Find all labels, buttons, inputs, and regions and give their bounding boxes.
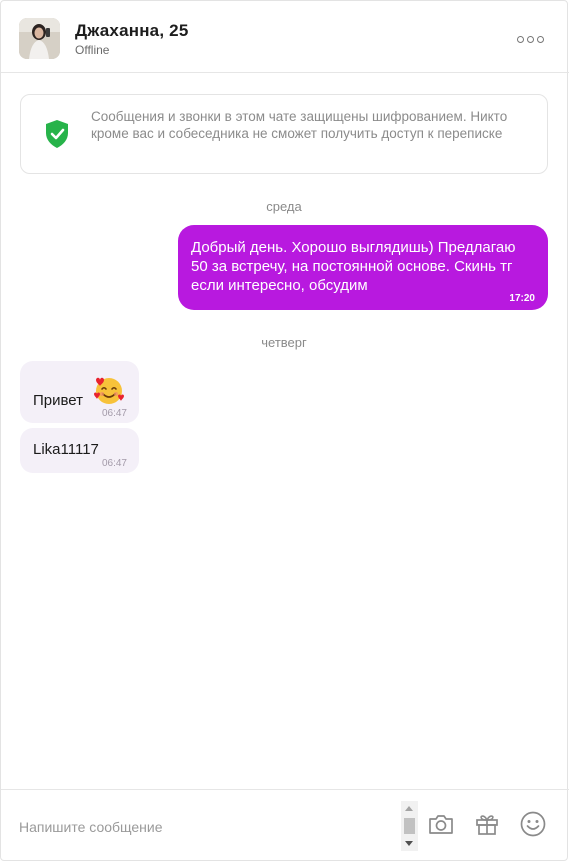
message-time: 06:47 [101,408,127,419]
message-text: Lika11117 [33,441,99,458]
outgoing-message[interactable]: Добрый день. Хорошо выглядишь) Предлагаю… [178,225,548,310]
more-options-button[interactable] [517,31,547,47]
avatar[interactable] [19,18,60,59]
camera-icon[interactable] [427,810,455,838]
chat-header: Джаханна, 25 Offline [1,1,569,73]
chat-user-name[interactable]: Джаханна, 25 [75,21,188,41]
more-dot-icon [517,35,524,43]
encryption-notice: Сообщения и звонки в этом чате защищены … [20,94,548,174]
scroll-thumb[interactable] [404,818,415,834]
message-time: 17:20 [509,293,535,304]
shield-check-icon [46,120,68,148]
message-composer [1,789,569,862]
incoming-message[interactable]: Lika11117 06:47 [20,428,139,473]
message-input[interactable] [19,816,389,838]
gift-icon[interactable] [473,810,501,838]
composer-scrollbar[interactable] [401,801,418,851]
chat-window: Джаханна, 25 Offline Сообщения и звонки … [0,0,569,862]
emoji-smile-icon[interactable] [519,810,547,838]
message-time: 06:47 [101,458,127,469]
more-dot-icon [537,35,544,43]
encryption-notice-text: Сообщения и звонки в этом чате защищены … [91,109,508,141]
scroll-up-arrow-icon[interactable] [405,806,413,811]
scroll-down-arrow-icon[interactable] [405,841,413,846]
smiling-face-with-hearts-icon [94,377,124,404]
message-text: Привет [33,392,84,409]
avatar-photo-icon [19,18,60,59]
day-separator: среда [266,199,302,214]
day-separator: четверг [261,335,307,350]
more-dot-icon [527,35,534,43]
message-text: Добрый день. Хорошо выглядишь) Предлагаю… [191,239,516,294]
incoming-message[interactable]: Привет 06:47 [20,361,139,423]
user-status: Offline [75,43,110,57]
